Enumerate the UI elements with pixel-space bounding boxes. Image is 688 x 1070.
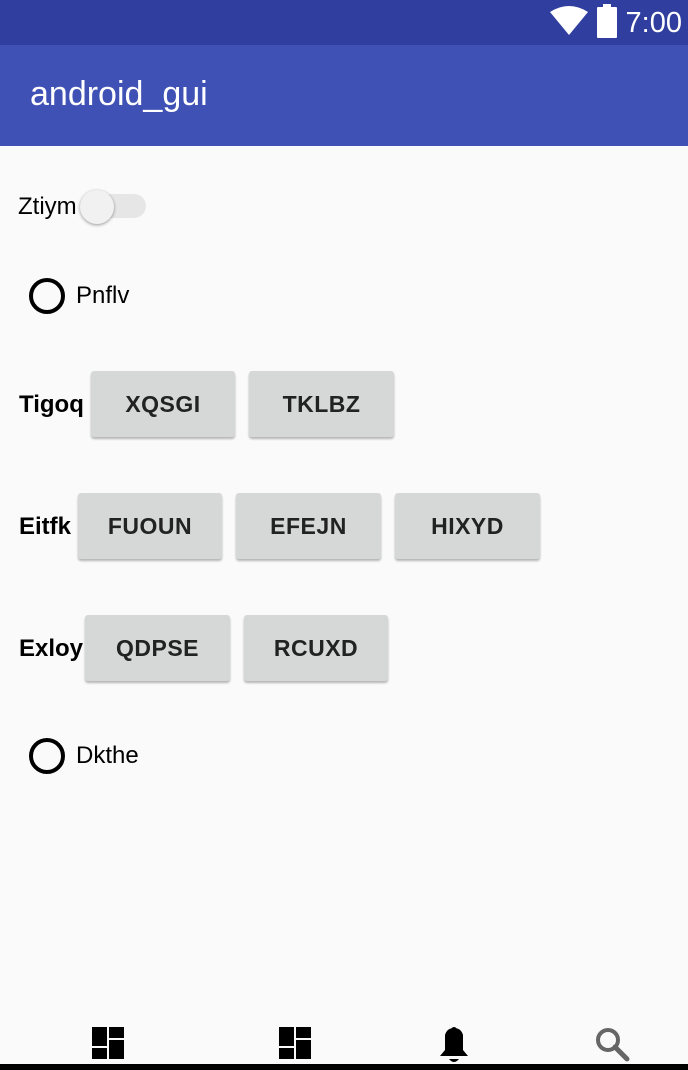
bottom-divider bbox=[0, 1064, 688, 1070]
row-exloy-label: Exloy bbox=[19, 635, 84, 662]
status-bar: 7:00 bbox=[0, 0, 688, 45]
bottom-navigation bbox=[0, 1010, 688, 1070]
radio-pnflv-label[interactable]: Pnflv bbox=[76, 282, 129, 310]
rcuxd-button[interactable]: RCUXD bbox=[244, 615, 388, 681]
row-tigoq-label: Tigoq bbox=[19, 391, 84, 418]
status-icons: 7:00 bbox=[549, 3, 682, 43]
status-time: 7:00 bbox=[625, 6, 682, 39]
nav-dashboard-2[interactable] bbox=[277, 1026, 313, 1066]
nav-dashboard-1[interactable] bbox=[90, 1026, 126, 1066]
switch-label: Ztiym bbox=[18, 193, 77, 220]
switch-thumb bbox=[80, 190, 114, 224]
row-eitfk-label: Eitfk bbox=[19, 513, 72, 540]
radio-pnflv[interactable] bbox=[29, 278, 65, 314]
efejn-button[interactable]: EFEJN bbox=[236, 493, 381, 559]
hixyd-button[interactable]: HIXYD bbox=[395, 493, 540, 559]
xqsgi-button[interactable]: XQSGI bbox=[91, 371, 235, 437]
dashboard-icon bbox=[91, 1026, 125, 1065]
nav-search[interactable] bbox=[594, 1026, 630, 1066]
wifi-icon bbox=[549, 5, 588, 41]
ztiym-switch[interactable] bbox=[80, 190, 146, 224]
battery-icon bbox=[596, 3, 618, 43]
dashboard-icon bbox=[278, 1026, 312, 1065]
fuoun-button[interactable]: FUOUN bbox=[78, 493, 222, 559]
radio-dkthe[interactable] bbox=[29, 738, 65, 774]
app-title: android_gui bbox=[30, 75, 208, 113]
search-icon bbox=[594, 1026, 630, 1067]
tklbz-button[interactable]: TKLBZ bbox=[249, 371, 394, 437]
nav-notifications[interactable] bbox=[436, 1026, 472, 1066]
app-bar: android_gui bbox=[0, 45, 688, 146]
radio-dkthe-label[interactable]: Dkthe bbox=[76, 742, 139, 770]
qdpse-button[interactable]: QDPSE bbox=[85, 615, 230, 681]
